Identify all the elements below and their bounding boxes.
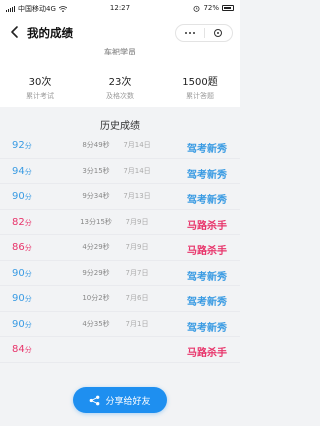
- score-number: 90: [12, 267, 25, 279]
- exam-date: 7月7日: [125, 268, 149, 277]
- stat-value: 30次: [28, 77, 52, 88]
- result-badge: 驾考新秀: [187, 271, 227, 283]
- score-unit: 分: [24, 167, 32, 176]
- stat-value: 1500题: [182, 77, 218, 88]
- result-badge: 驾考新秀: [187, 144, 227, 155]
- result-badge: 驾考新秀: [187, 195, 227, 206]
- result-badge: 驾考新秀: [187, 322, 227, 334]
- stat-total-questions: 1500题 累计答题: [165, 73, 235, 101]
- exam-date: 7月6日: [125, 294, 149, 302]
- history-row[interactable]: 92分 8分49秒 7月14日 驾考新秀: [0, 133, 240, 159]
- result-badge: 马路杀手: [187, 220, 227, 232]
- score-unit: 分: [24, 346, 32, 354]
- score-value: 90分: [12, 268, 32, 279]
- battery-percent: 72%: [203, 4, 219, 12]
- exam-date: 7月13日: [123, 192, 151, 200]
- more-options-icon[interactable]: [176, 32, 204, 34]
- share-button-label: 分享给好友: [105, 396, 151, 407]
- history-row[interactable]: 90分 9分29秒 7月7日 驾考新秀: [0, 261, 240, 286]
- result-badge: 马路杀手: [187, 246, 227, 257]
- stat-label: 及格次数: [106, 92, 134, 100]
- score-unit: 分: [24, 193, 32, 201]
- exam-duration: 9分29秒: [82, 268, 110, 277]
- score-number: 92: [12, 140, 25, 151]
- score-unit: 分: [24, 269, 32, 278]
- score-unit: 分: [24, 320, 32, 329]
- stat-label: 累计答题: [186, 92, 214, 100]
- alarm-icon: [193, 5, 200, 12]
- share-icon: [90, 395, 100, 405]
- exam-duration: 3分15秒: [82, 166, 110, 175]
- nav-bar: 我的成绩: [0, 16, 240, 49]
- score-number: 90: [12, 318, 25, 330]
- exam-duration: 13分15秒: [80, 217, 112, 226]
- exam-date: 7月14日: [123, 166, 151, 175]
- score-number: 90: [12, 293, 25, 304]
- history-row[interactable]: 82分 13分15秒 7月9日 马路杀手: [0, 210, 240, 235]
- user-title-cut: 车祀学员: [104, 48, 136, 55]
- score-unit: 分: [24, 142, 32, 150]
- score-unit: 分: [24, 244, 32, 252]
- history-row[interactable]: 86分 4分29秒 7月9日 马路杀手: [0, 235, 240, 261]
- history-row[interactable]: 84分 马路杀手: [0, 337, 240, 363]
- exam-date: 7月1日: [125, 319, 149, 328]
- stat-total-exams: 30次 累计考试: [5, 73, 75, 101]
- score-value: 94分: [12, 166, 32, 177]
- score-value: 82分: [12, 217, 32, 228]
- history-row[interactable]: 94分 3分15秒 7月14日 驾考新秀: [0, 159, 240, 184]
- result-badge: 驾考新秀: [187, 297, 227, 308]
- share-button[interactable]: 分享给好友: [73, 387, 167, 413]
- back-arrow-icon[interactable]: [8, 25, 22, 39]
- score-unit: 分: [24, 295, 32, 303]
- stat-label: 累计考试: [26, 92, 54, 100]
- history-row[interactable]: 90分 10分2秒 7月6日 驾考新秀: [0, 286, 240, 312]
- battery-icon: [222, 5, 234, 11]
- exam-duration: 9分34秒: [82, 192, 110, 200]
- score-number: 84: [12, 344, 25, 355]
- exam-date: 7月14日: [123, 141, 151, 149]
- exam-duration: 10分2秒: [82, 294, 110, 302]
- score-value: 90分: [12, 293, 32, 304]
- history-row[interactable]: 90分 4分35秒 7月1日 驾考新秀: [0, 312, 240, 337]
- score-unit: 分: [24, 218, 32, 227]
- history-row[interactable]: 90分 9分34秒 7月13日 驾考新秀: [0, 184, 240, 210]
- history-title: 历史成绩: [100, 121, 140, 132]
- score-value: 90分: [12, 319, 32, 330]
- page-title: 我的成绩: [27, 26, 73, 40]
- exam-date: 7月9日: [125, 243, 149, 251]
- status-bar: 中国移动4G 12:27 72%: [0, 0, 240, 16]
- score-number: 94: [12, 165, 25, 177]
- stat-pass-count: 23次 及格次数: [85, 73, 155, 101]
- score-number: 90: [12, 191, 25, 202]
- exam-duration: 4分35秒: [82, 319, 110, 328]
- exam-duration: 8分49秒: [82, 141, 110, 149]
- score-value: 90分: [12, 191, 32, 202]
- history-list: 92分 8分49秒 7月14日 驾考新秀 94分 3分15秒 7月14日 驾考新秀 90分 9分3…: [0, 133, 240, 363]
- close-miniprogram-icon[interactable]: [205, 29, 233, 37]
- stat-value: 23次: [108, 77, 132, 88]
- score-value: 86分: [12, 242, 32, 253]
- result-badge: 驾考新秀: [187, 169, 227, 181]
- result-badge: 马路杀手: [187, 348, 227, 359]
- exam-duration: 4分29秒: [82, 243, 110, 251]
- score-value: 92分: [12, 140, 32, 151]
- score-value: 84分: [12, 344, 32, 355]
- score-number: 82: [12, 216, 25, 228]
- miniprogram-capsule: [175, 24, 233, 42]
- score-number: 86: [12, 242, 25, 253]
- exam-date: 7月9日: [125, 217, 149, 226]
- stats-card: 车祀学员 30次 累计考试 23次 及格次数 1500题 累计答题: [0, 48, 240, 107]
